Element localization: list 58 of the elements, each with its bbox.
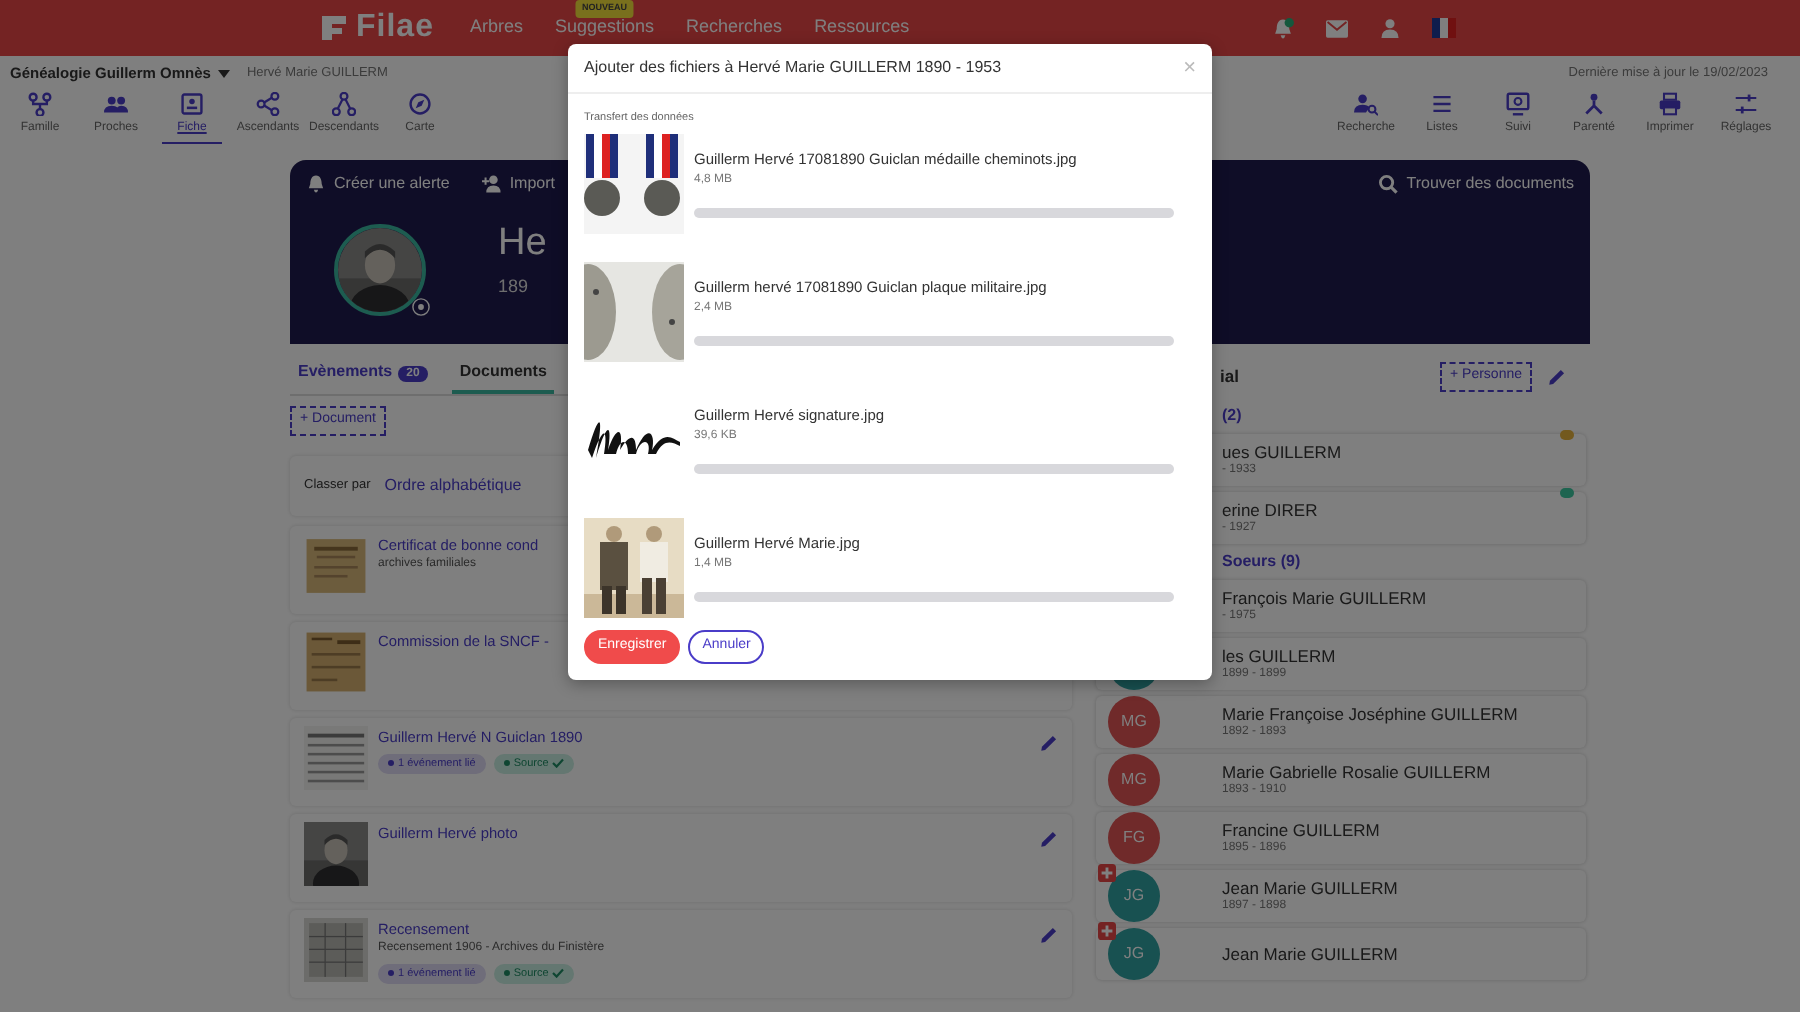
bell-icon[interactable] bbox=[1272, 17, 1294, 39]
person-name: Jean Marie GUILLERM bbox=[1222, 877, 1398, 898]
pencil-icon[interactable] bbox=[1040, 829, 1058, 848]
person-name: ues GUILLERM bbox=[1222, 441, 1342, 462]
compass-icon bbox=[408, 92, 432, 117]
logo[interactable]: Filae bbox=[356, 4, 434, 52]
find-documents-button[interactable]: Trouver des documents bbox=[1378, 172, 1574, 197]
people-icon bbox=[104, 92, 128, 117]
nav-link[interactable]: Arbres bbox=[469, 12, 523, 37]
life-dates: 189 bbox=[498, 274, 531, 301]
profile-action[interactable]: Import bbox=[481, 172, 555, 197]
list-icon bbox=[1430, 92, 1454, 117]
person-search-icon bbox=[1354, 92, 1378, 117]
check-icon bbox=[552, 758, 565, 769]
share-icon bbox=[256, 92, 280, 117]
person-name: les GUILLERM bbox=[1222, 645, 1336, 666]
settings-icon[interactable] bbox=[412, 298, 430, 317]
pencil-icon[interactable] bbox=[1040, 733, 1058, 752]
sort-dropdown[interactable]: Ordre alphabétique bbox=[384, 473, 522, 498]
pencil-icon[interactable] bbox=[1548, 367, 1566, 386]
avatar: JG bbox=[1108, 928, 1160, 981]
person-name: François Marie GUILLERM bbox=[1222, 587, 1427, 608]
fork-icon bbox=[1582, 92, 1606, 117]
dialog-title: Ajouter des fichiers à Hervé Marie GUILLERM 1890 - 1953 bbox=[584, 56, 1002, 80]
nav-link[interactable]: Recherches bbox=[686, 12, 783, 37]
section-title: ial bbox=[1218, 363, 1239, 390]
pencil-icon[interactable] bbox=[1040, 925, 1058, 944]
nav-link[interactable]: Suggestions bbox=[554, 12, 655, 37]
user-icon[interactable] bbox=[1380, 18, 1400, 38]
avatar: FG bbox=[1108, 812, 1160, 865]
hierarchy-icon bbox=[332, 92, 356, 117]
flag-icon[interactable] bbox=[1432, 18, 1456, 38]
mail-icon[interactable] bbox=[1326, 19, 1348, 37]
tab[interactable]: Documents bbox=[451, 352, 555, 395]
person-name: Marie Françoise Joséphine GUILLERM bbox=[1222, 703, 1518, 724]
search-icon bbox=[1378, 174, 1399, 195]
nav-link[interactable]: Ressources bbox=[814, 12, 910, 37]
avatar: JG bbox=[1108, 870, 1160, 923]
caret-icon bbox=[218, 69, 231, 78]
logo-icon bbox=[320, 14, 348, 42]
bell-icon bbox=[306, 174, 326, 195]
id-card-icon bbox=[180, 92, 204, 117]
family-tree-icon bbox=[28, 92, 52, 117]
person-name: Jean Marie GUILLERM bbox=[1222, 944, 1398, 965]
person-name: Marie Gabrielle Rosalie GUILLERM bbox=[1222, 761, 1491, 782]
sliders-icon bbox=[1734, 92, 1758, 117]
person-name: erine DIRER bbox=[1222, 499, 1318, 520]
person-name: He bbox=[498, 224, 547, 263]
add-person-icon bbox=[481, 174, 502, 195]
person-name: Francine GUILLERM bbox=[1222, 819, 1380, 840]
printer-icon bbox=[1658, 92, 1682, 117]
avatar: MG bbox=[1108, 754, 1160, 807]
avatar: MG bbox=[1108, 696, 1160, 749]
close-button[interactable]: × bbox=[1183, 57, 1196, 79]
profile-action[interactable]: Créer une alerte bbox=[306, 172, 450, 197]
check-icon bbox=[552, 968, 565, 979]
person-card[interactable]: JG Jean Marie GUILLERM bbox=[1096, 928, 1586, 981]
monitor-icon bbox=[1506, 92, 1530, 117]
